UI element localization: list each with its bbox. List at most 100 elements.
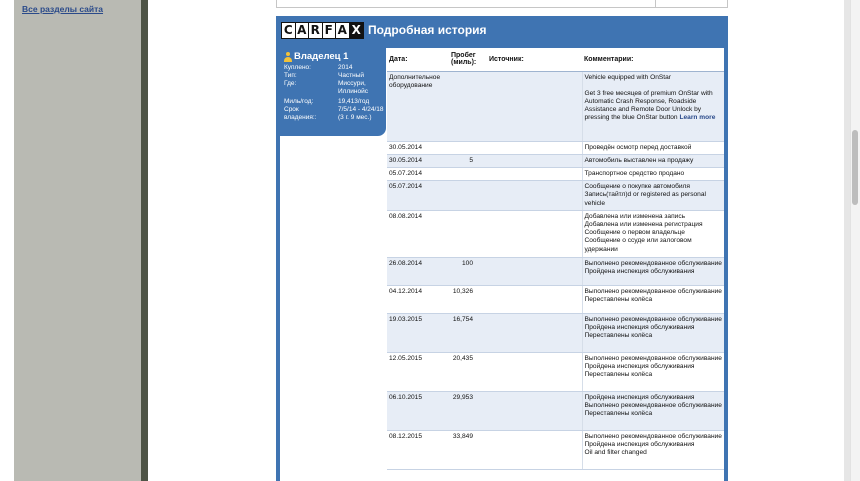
col-header-source: Источник: <box>487 48 582 72</box>
cell-comments: Выполнено рекомендованное обслуживание Пр… <box>581 257 724 286</box>
logo-letter: R <box>309 23 323 38</box>
cell-source <box>487 210 582 258</box>
cell-source <box>487 180 582 211</box>
cell-miles: 5 <box>449 154 487 168</box>
cell-miles <box>449 141 487 155</box>
col-header-date: Дата: <box>387 48 449 72</box>
comment-line: Пройдена инспекция обслуживания <box>584 393 695 401</box>
all-sections-link[interactable]: Все разделы сайта <box>22 4 103 14</box>
owner-row-label: Где: <box>284 80 297 87</box>
comment-line: Сообщение о ссуде или залоговом удержани… <box>584 237 692 253</box>
comment-line: Переставлены колёса <box>584 332 653 340</box>
cell-source <box>487 257 582 286</box>
cell-miles <box>449 210 487 258</box>
comment-line: Транспортное средство продано <box>584 169 685 177</box>
comment-line: Переставлены колёса <box>584 295 653 303</box>
cell-source <box>487 154 582 168</box>
cell-comments: Добавлена или изменена запись Добавлена и… <box>581 210 724 258</box>
history-rows: Дополнительное оборудование Vehicle equip… <box>387 71 724 470</box>
comment-line: Добавлена или изменена регистрация <box>584 220 703 228</box>
cell-miles: 10,326 <box>449 285 487 314</box>
comment-line: Переставлены колёса <box>584 371 653 379</box>
comment-line: Выполнено рекомендованное обслуживание <box>584 315 722 323</box>
owner-row-value: 7/5/14 - 4/24/18 (3 г. 9 мес.) <box>338 106 384 121</box>
carfax-header: C A R F A X Подробная история <box>276 16 728 44</box>
cell-source <box>487 285 582 314</box>
cell-source <box>487 141 582 155</box>
comment-line: Проведён осмотр перед доставкой <box>584 143 692 151</box>
logo-letter: F <box>322 23 336 38</box>
cell-comments: Автомобиль выставлен на продажу <box>581 154 724 168</box>
cell-date: 05.07.2014 <box>387 167 449 182</box>
sidebar-divider <box>141 0 148 481</box>
panel-title: Подробная история <box>368 23 487 37</box>
owner-summary: Владелец 1 Куплено: 2014 Тип: Частный Гд… <box>280 48 386 136</box>
table-header-row: Дата: Пробег (миль): Источник: Комментар… <box>387 48 724 72</box>
col-header-miles: Пробег (миль): <box>449 48 487 72</box>
comment-line: Выполнено рекомендованное обслуживание <box>584 401 722 409</box>
cell-comments: Выполнено рекомендованное обслуживание Пр… <box>581 430 724 470</box>
cell-date: 08.08.2014 <box>387 210 449 258</box>
cell-source <box>487 352 582 392</box>
person-icon <box>284 51 292 62</box>
cell-comments: Выполнено рекомендованное обслуживание Пе… <box>581 285 724 314</box>
table-row: 06.10.2015 29,953 Пройдена инспекция обслу… <box>387 391 724 431</box>
cell-comments: Выполнено рекомендованное обслуживание Пр… <box>581 352 724 392</box>
comment-line: Переставлены колёса <box>584 410 653 418</box>
cell-miles: 100 <box>449 257 487 286</box>
cell-date: 12.05.2015 <box>387 352 449 392</box>
owner-title: Владелец 1 <box>294 51 349 62</box>
history-body: Владелец 1 Куплено: 2014 Тип: Частный Гд… <box>280 48 724 481</box>
owner-row-value: 19,413/год <box>338 98 370 105</box>
comment-line: Пройдена инспекция обслуживания <box>584 323 695 331</box>
cell-date: 05.07.2014 <box>387 180 449 211</box>
cell-miles <box>449 71 487 142</box>
owner-row-value: Миссури, Иллинойс <box>338 80 368 95</box>
table-row: 30.05.2014 Проведён осмотр перед доставко… <box>387 141 724 155</box>
comment-line: Vehicle equipped with OnStar <box>584 73 672 81</box>
table-row: Дополнительное оборудование Vehicle equip… <box>387 71 724 142</box>
vertical-scrollbar[interactable] <box>850 0 860 481</box>
cell-source <box>487 313 582 353</box>
owner-row-value: Частный <box>338 72 365 79</box>
table-row: 05.07.2014 Транспортное средство продано <box>387 167 724 182</box>
comment-line: Сообщение о покупке автомобиля Запись(та… <box>584 183 706 207</box>
owner-row-label: Миль/год: <box>284 98 314 105</box>
comment-line: Выполнено рекомендованное обслуживание <box>584 287 722 295</box>
cell-date: Дополнительное оборудование <box>387 71 449 142</box>
learn-more-link[interactable]: Learn more <box>679 114 715 121</box>
table-row: 05.07.2014 Сообщение о покупке автомобиля… <box>387 180 724 211</box>
table-row: 26.08.2014 100 Выполнено рекомендованное о… <box>387 257 724 286</box>
cell-date: 30.05.2014 <box>387 154 449 168</box>
cell-miles: 29,953 <box>449 391 487 431</box>
cell-miles: 16,754 <box>449 313 487 353</box>
cell-comments: Транспортное средство продано <box>581 167 724 182</box>
cell-source <box>487 391 582 431</box>
comment-line: Пройдена инспекция обслуживания <box>584 440 695 448</box>
owner-row-label: Куплено: <box>284 64 311 71</box>
cell-comments: Vehicle equipped with OnStar Get 3 free м… <box>581 71 724 142</box>
comment-line <box>585 82 723 90</box>
table-row: 12.05.2015 20,435 Выполнено рекомендованно… <box>387 352 724 392</box>
carfax-logo: C A R F A X <box>281 22 364 39</box>
left-sidebar: Все разделы сайта <box>14 0 141 481</box>
scrollbar-thumb[interactable] <box>852 130 858 205</box>
cell-comments: Сообщение о покупке автомобиля Запись(та… <box>581 180 724 211</box>
cell-date: 08.12.2015 <box>387 430 449 470</box>
cell-miles <box>449 167 487 182</box>
cell-date: 19.03.2015 <box>387 313 449 353</box>
left-gutter <box>0 0 14 481</box>
cell-date: 06.10.2015 <box>387 391 449 431</box>
comment-line: Выполнено рекомендованное обслуживание <box>584 259 722 267</box>
owner-row-label: Тип: <box>284 72 297 79</box>
comment-line: Пройдена инспекция обслуживания <box>584 267 695 275</box>
logo-letter: A <box>295 23 309 38</box>
comment-line: Выполнено рекомендованное обслуживание <box>584 354 722 362</box>
cell-date: 26.08.2014 <box>387 257 449 286</box>
cell-source <box>487 430 582 470</box>
cell-comments: Пройдена инспекция обслуживания Выполнено… <box>581 391 724 431</box>
page: Все разделы сайта C A R F A X Подробная … <box>0 0 860 481</box>
cell-miles: 20,435 <box>449 352 487 392</box>
comment-line: Добавлена или изменена запись <box>584 212 686 220</box>
comment-line: Oil and filter changed <box>584 449 647 457</box>
